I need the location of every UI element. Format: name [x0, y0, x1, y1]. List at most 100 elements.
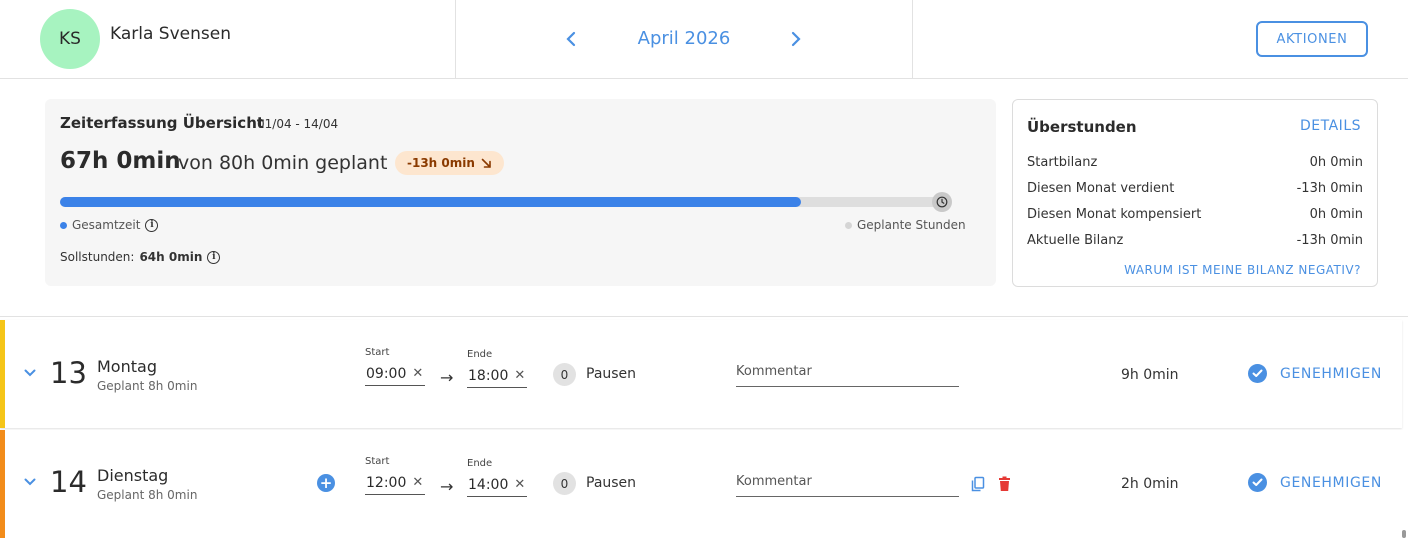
end-time-value: 14:00 — [468, 477, 509, 493]
end-label: Ende — [467, 458, 493, 469]
check-circle-icon — [1248, 364, 1267, 383]
overtime-row: Diesen Monat verdient -13h 0min — [1027, 181, 1363, 196]
scrollbar[interactable] — [1402, 530, 1406, 538]
expand-day-button[interactable] — [22, 365, 38, 381]
day-total-hours: 2h 0min — [1121, 476, 1179, 492]
clear-start-icon[interactable]: ✕ — [412, 475, 423, 491]
add-entry-button[interactable]: + — [317, 474, 335, 492]
legend-dot — [60, 221, 67, 229]
legend-total: Gesamtzeit i — [60, 218, 159, 232]
day-row: 13 Montag Geplant 8h 0min Start 09:00 ✕ … — [0, 320, 1402, 428]
day-row: 14 Dienstag Geplant 8h 0min + Start 12:0… — [0, 430, 1402, 538]
details-link[interactable]: DETAILS — [1300, 118, 1361, 134]
target-hours: Sollstunden: 64h 0min i — [60, 250, 221, 264]
target-hours-value: 64h 0min — [139, 250, 203, 264]
day-status-accent — [0, 430, 5, 538]
clear-end-icon[interactable]: ✕ — [514, 368, 525, 384]
section-divider — [0, 316, 1408, 317]
overtime-row: Aktuelle Bilanz -13h 0min — [1027, 233, 1363, 248]
header-bar: KS Karla Svensen April 2026 AKTIONEN — [0, 0, 1408, 79]
day-weekday: Montag — [97, 357, 157, 376]
overtime-row-value: -13h 0min — [1296, 181, 1363, 196]
overtime-row-label: Startbilanz — [1027, 155, 1098, 170]
summary-date-range: 01/04 - 14/04 — [257, 117, 339, 131]
day-planned-hours: Geplant 8h 0min — [97, 488, 198, 502]
approve-label: GENEHMIGEN — [1280, 365, 1382, 382]
copy-icon[interactable] — [970, 475, 986, 493]
check-circle-icon — [1248, 473, 1267, 492]
legend-planned: Geplante Stunden — [845, 218, 966, 232]
overtime-row-value: -13h 0min — [1296, 233, 1363, 248]
overtime-row-label: Aktuelle Bilanz — [1027, 233, 1124, 248]
legend-planned-label: Geplante Stunden — [857, 218, 966, 232]
overtime-row-value: 0h 0min — [1309, 207, 1363, 222]
day-status-accent — [0, 320, 5, 428]
day-planned-hours: Geplant 8h 0min — [97, 379, 198, 393]
trend-down-arrow-icon — [481, 158, 491, 168]
user-name: Karla Svensen — [110, 24, 231, 44]
planned-hours-text: von 80h 0min geplant — [178, 152, 388, 174]
header-divider — [455, 0, 456, 78]
start-time-input[interactable]: 12:00 ✕ — [365, 472, 425, 495]
start-label: Start — [365, 347, 390, 358]
breaks-label: Pausen — [586, 366, 637, 382]
avatar: KS — [40, 9, 100, 69]
clear-start-icon[interactable]: ✕ — [412, 366, 423, 382]
expand-day-button[interactable] — [22, 474, 38, 490]
overtime-row-value: 0h 0min — [1309, 155, 1363, 170]
month-label: April 2026 — [637, 28, 731, 49]
overtime-row: Diesen Monat kompensiert 0h 0min — [1027, 207, 1363, 222]
break-count-badge[interactable]: 0 — [553, 363, 576, 386]
comment-input[interactable]: Kommentar — [736, 361, 959, 387]
day-number: 14 — [50, 465, 87, 499]
day-total-hours: 9h 0min — [1121, 367, 1179, 383]
total-hours: 67h 0min — [60, 148, 181, 174]
day-weekday: Dienstag — [97, 466, 169, 485]
target-hours-label: Sollstunden: — [60, 250, 135, 264]
overtime-row: Startbilanz 0h 0min — [1027, 155, 1363, 170]
next-month-button[interactable] — [786, 28, 806, 50]
chevron-down-icon — [24, 478, 36, 486]
clear-end-icon[interactable]: ✕ — [514, 477, 525, 493]
chevron-left-icon — [566, 31, 576, 47]
difference-badge: -13h 0min — [395, 151, 504, 175]
header-divider — [912, 0, 913, 78]
start-time-value: 12:00 — [366, 475, 407, 491]
legend-dot — [845, 221, 852, 229]
chevron-down-icon — [24, 369, 36, 377]
approve-label: GENEHMIGEN — [1280, 474, 1382, 491]
trash-icon[interactable] — [996, 475, 1012, 493]
arrow-right-icon: → — [440, 368, 454, 387]
progress-fill — [60, 197, 802, 207]
actions-button[interactable]: AKTIONEN — [1256, 21, 1368, 57]
legend-total-label: Gesamtzeit — [72, 218, 141, 232]
overtime-card: Überstunden DETAILS Startbilanz 0h 0min … — [1012, 99, 1378, 287]
time-tracking-summary-card: Zeiterfassung Übersicht 01/04 - 14/04 67… — [45, 99, 996, 286]
prev-month-button[interactable] — [561, 28, 581, 50]
difference-value: -13h 0min — [407, 156, 475, 170]
end-time-value: 18:00 — [468, 368, 509, 384]
breaks-label: Pausen — [586, 475, 637, 491]
summary-title: Zeiterfassung Übersicht — [60, 114, 265, 132]
comment-input[interactable]: Kommentar — [736, 471, 959, 497]
approve-button[interactable]: GENEHMIGEN — [1248, 473, 1382, 492]
start-time-value: 09:00 — [366, 366, 407, 382]
info-icon[interactable]: i — [145, 218, 159, 232]
overtime-row-label: Diesen Monat kompensiert — [1027, 207, 1202, 222]
overtime-title: Überstunden — [1027, 118, 1137, 136]
arrow-right-icon: → — [440, 477, 454, 496]
end-label: Ende — [467, 349, 493, 360]
end-time-input[interactable]: 14:00 ✕ — [467, 474, 527, 497]
clock-icon — [932, 192, 952, 212]
end-time-input[interactable]: 18:00 ✕ — [467, 365, 527, 388]
start-label: Start — [365, 456, 390, 467]
approve-button[interactable]: GENEHMIGEN — [1248, 364, 1382, 383]
overtime-row-label: Diesen Monat verdient — [1027, 181, 1175, 196]
chevron-right-icon — [791, 31, 801, 47]
break-count-badge[interactable]: 0 — [553, 472, 576, 495]
info-icon[interactable]: i — [207, 250, 221, 264]
day-number: 13 — [50, 356, 87, 390]
negative-balance-link[interactable]: WARUM IST MEINE BILANZ NEGATIV? — [1124, 263, 1361, 277]
progress-bar — [60, 197, 945, 207]
start-time-input[interactable]: 09:00 ✕ — [365, 363, 425, 386]
